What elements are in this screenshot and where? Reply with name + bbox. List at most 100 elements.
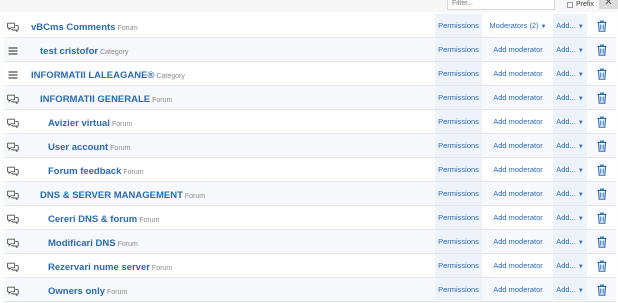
- moderators-label: Add moderator: [493, 93, 543, 102]
- moderators-label: Add moderator: [493, 45, 543, 54]
- node-title-link[interactable]: Forum feedback: [48, 166, 121, 177]
- node-list: vBCms Comments Forum Permissions Moderators…: [4, 14, 616, 302]
- add-dropdown[interactable]: Add... ▼: [553, 110, 587, 133]
- caret-down-icon: ▼: [577, 72, 584, 78]
- add-dropdown[interactable]: Add... ▼: [553, 86, 587, 109]
- add-dropdown[interactable]: Add... ▼: [553, 14, 587, 37]
- node-type-label: Forum: [152, 97, 173, 104]
- permissions-link[interactable]: Permissions: [435, 62, 482, 85]
- trash-icon[interactable]: [595, 163, 609, 177]
- caret-down-icon: ▼: [577, 144, 584, 150]
- trash-icon[interactable]: [595, 235, 609, 249]
- node-type-label: Category: [156, 73, 185, 80]
- permissions-link[interactable]: Permissions: [435, 206, 482, 229]
- trash-icon[interactable]: [595, 67, 609, 81]
- trash-icon[interactable]: [595, 19, 609, 33]
- node-title-link[interactable]: Avizier virtual: [48, 118, 110, 129]
- node-row: INFORMATII GENERALE Forum Permissions Add m…: [4, 86, 616, 110]
- add-dropdown[interactable]: Add... ▼: [553, 278, 587, 301]
- node-row: Avizier virtual Forum Permissions Add moder…: [4, 110, 616, 134]
- node-title-link[interactable]: Owners only: [48, 286, 105, 297]
- caret-down-icon: ▼: [577, 240, 584, 246]
- add-label: Add...: [556, 285, 576, 294]
- moderators-label: Add moderator: [493, 141, 543, 150]
- trash-icon[interactable]: [595, 283, 609, 297]
- permissions-link[interactable]: Permissions: [435, 38, 482, 61]
- node-type-label: Forum: [184, 193, 206, 200]
- permissions-link[interactable]: Permissions: [435, 14, 482, 37]
- trash-icon[interactable]: [595, 43, 609, 57]
- permissions-link[interactable]: Permissions: [435, 254, 482, 277]
- trash-icon[interactable]: [595, 187, 609, 201]
- add-moderator-link[interactable]: Add moderator: [484, 230, 552, 253]
- trash-icon[interactable]: [595, 91, 609, 105]
- permissions-link[interactable]: Permissions: [435, 230, 482, 253]
- node-row: Cereri DNS & forum Forum Permissions Add mo…: [4, 206, 616, 230]
- add-dropdown[interactable]: Add... ▼: [553, 134, 587, 157]
- node-title-link[interactable]: User account: [48, 142, 108, 153]
- add-dropdown[interactable]: Add... ▼: [553, 254, 587, 277]
- close-button[interactable]: ✕: [599, 0, 618, 9]
- add-moderator-link[interactable]: Add moderator: [484, 110, 552, 133]
- node-type-label: Forum: [139, 217, 160, 224]
- add-dropdown[interactable]: Add... ▼: [553, 62, 587, 85]
- prefix-checkbox[interactable]: [567, 1, 573, 8]
- node-title-link[interactable]: Cereri DNS & forum: [48, 214, 137, 225]
- moderators-dropdown[interactable]: Moderators (2) ▼: [484, 14, 552, 37]
- node-type-label: Forum: [107, 289, 128, 296]
- add-dropdown[interactable]: Add... ▼: [553, 230, 587, 253]
- node-title-link[interactable]: DNS & SERVER MANAGEMENT: [40, 190, 183, 201]
- add-moderator-link[interactable]: Add moderator: [484, 134, 552, 157]
- node-type-label: Forum: [151, 265, 173, 272]
- permissions-link[interactable]: Permissions: [435, 86, 482, 109]
- permissions-link[interactable]: Permissions: [435, 134, 482, 157]
- add-moderator-link[interactable]: Add moderator: [484, 158, 552, 181]
- node-title-link[interactable]: INFORMATII GENERALE: [40, 94, 150, 105]
- add-moderator-link[interactable]: Add moderator: [484, 182, 552, 205]
- trash-icon[interactable]: [595, 115, 609, 129]
- add-moderator-link[interactable]: Add moderator: [484, 38, 552, 61]
- node-title: INFORMATII GENERALE Forum: [40, 92, 172, 107]
- add-dropdown[interactable]: Add... ▼: [553, 158, 587, 181]
- node-title: Forum feedback Forum: [48, 164, 144, 179]
- node-title-link[interactable]: test cristofor: [40, 46, 98, 57]
- node-row: test cristofor Category Permissions Add mod…: [4, 38, 616, 62]
- node-type-label: Forum: [111, 121, 133, 128]
- chat-bubbles-icon: [6, 260, 19, 273]
- node-title-link[interactable]: vBCms Comments: [31, 22, 115, 33]
- caret-down-icon: ▼: [577, 192, 584, 198]
- chat-bubbles-icon: [6, 20, 19, 33]
- add-moderator-link[interactable]: Add moderator: [484, 86, 552, 109]
- permissions-link[interactable]: Permissions: [435, 278, 482, 301]
- add-dropdown[interactable]: Add... ▼: [553, 206, 587, 229]
- moderators-label: Add moderator: [493, 237, 543, 246]
- permissions-link[interactable]: Permissions: [435, 182, 482, 205]
- prefix-toggle[interactable]: Prefix: [567, 0, 594, 9]
- node-title: Avizier virtual Forum: [48, 116, 132, 131]
- trash-icon[interactable]: [595, 211, 609, 225]
- add-dropdown[interactable]: Add... ▼: [553, 38, 587, 61]
- node-title: Modificari DNS Forum: [48, 236, 138, 251]
- moderators-label: Add moderator: [493, 117, 543, 126]
- node-title-link[interactable]: INFORMATII LALEAGANE®: [31, 70, 154, 81]
- add-dropdown[interactable]: Add... ▼: [553, 182, 587, 205]
- caret-down-icon: ▼: [577, 96, 584, 102]
- permissions-link[interactable]: Permissions: [435, 158, 482, 181]
- add-moderator-link[interactable]: Add moderator: [484, 206, 552, 229]
- add-moderator-link[interactable]: Add moderator: [484, 278, 552, 301]
- node-title-link[interactable]: Rezervari nume server: [48, 262, 150, 273]
- node-row: Rezervari nume server Forum Permissions Add…: [4, 254, 616, 278]
- add-label: Add...: [556, 237, 576, 246]
- trash-icon[interactable]: [595, 259, 609, 273]
- moderators-label: Add moderator: [493, 213, 543, 222]
- add-moderator-link[interactable]: Add moderator: [484, 62, 552, 85]
- node-type-label: Category: [100, 49, 129, 56]
- prefix-label: Prefix: [576, 1, 594, 8]
- trash-icon[interactable]: [595, 139, 609, 153]
- caret-down-icon: ▼: [577, 24, 584, 30]
- filter-input[interactable]: [447, 0, 555, 10]
- node-title-link[interactable]: Modificari DNS: [48, 238, 116, 249]
- add-moderator-link[interactable]: Add moderator: [484, 254, 552, 277]
- permissions-link[interactable]: Permissions: [435, 110, 482, 133]
- moderators-label: Add moderator: [493, 285, 543, 294]
